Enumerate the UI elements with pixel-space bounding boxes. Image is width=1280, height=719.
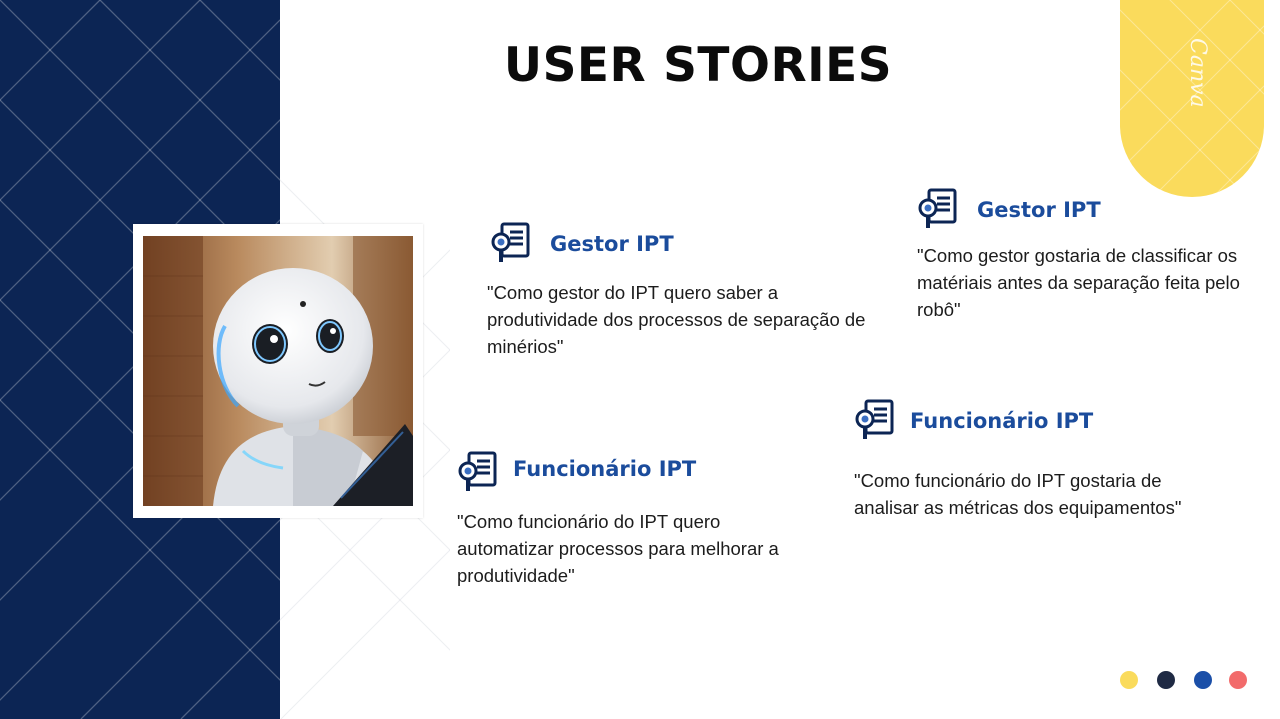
story-card-gestor-1: Gestor IPT "Como gestor do IPT quero sab… [487,222,880,362]
story-title: Gestor IPT [550,232,674,256]
story-card-gestor-2: Gestor IPT "Como gestor gostaria de clas… [917,188,1257,328]
story-text: "Como funcionário do IPT gostaria de ana… [854,470,1182,518]
photo-frame [133,224,423,518]
pagination-dots [1120,671,1250,691]
story-title: Funcionário IPT [513,457,697,481]
pagination-dot[interactable] [1120,671,1138,689]
story-title: Gestor IPT [977,198,1101,222]
slide: USER STORIES Canva Gestor IPT "Como gest… [0,0,1280,719]
story-card-funcionario-1: Funcionário IPT "Como funcionário do IPT… [457,451,827,591]
page-title: USER STORIES [503,38,893,93]
robot-photo [143,236,413,506]
pagination-dot[interactable] [1157,671,1175,689]
story-text: "Como gestor do IPT quero saber a produt… [487,282,866,357]
pagination-dot[interactable] [1229,671,1247,689]
document-search-icon [491,222,530,262]
story-text: "Como gestor gostaria de classificar os … [917,245,1240,320]
story-card-funcionario-2: Funcionário IPT "Como funcionário do IPT… [854,399,1224,529]
document-search-icon [458,451,497,491]
document-search-icon [855,399,894,439]
pagination-dot[interactable] [1194,671,1212,689]
story-text: "Como funcionário do IPT quero automatiz… [457,511,779,586]
canva-watermark: Canva [1185,38,1210,108]
story-title: Funcionário IPT [910,409,1094,433]
document-search-icon [918,188,957,228]
